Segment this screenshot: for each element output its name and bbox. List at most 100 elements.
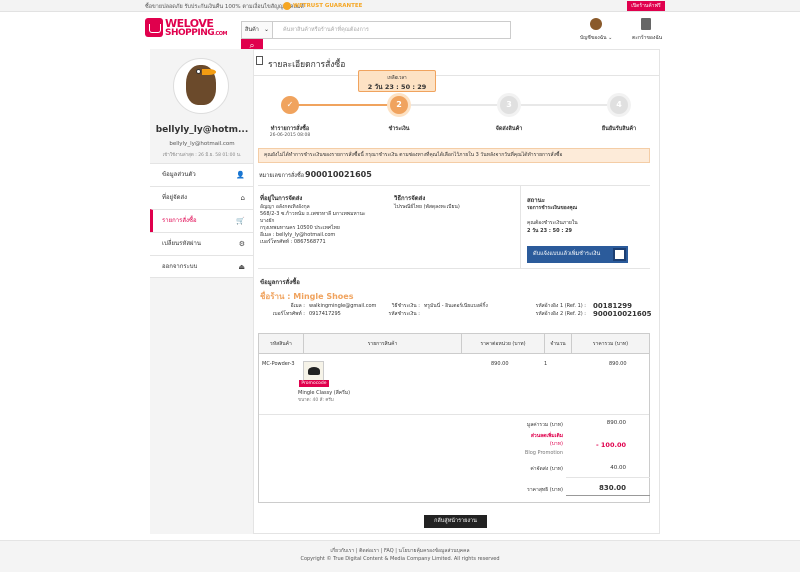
status-badge: รอการชำระเงินของคุณ — [527, 205, 578, 211]
footer-links[interactable]: เกี่ยวกับเรา | ติดต่อเรา | FAQ | นโยบายค… — [0, 547, 800, 555]
wetrust-label[interactable]: WETRUST GUARANTEE — [293, 3, 362, 9]
progress-line-done — [289, 104, 399, 106]
payment-alert: คุณยังไม่ได้ทำการชำระเงินของรายการสั่งซื… — [258, 148, 650, 163]
shipping-address: อัญญา อลังกตเทิงอังกุล 568/2-3 ซ.ก้าวหน้… — [260, 204, 366, 246]
shipping-heading: ที่อยู่ในการจัดส่ง — [260, 195, 303, 202]
divider — [520, 186, 521, 268]
step-1-label: ทำรายการสั่งซื้อ — [270, 126, 310, 132]
timer-value: 2 วัน 23 : 50 : 29 — [367, 83, 427, 91]
cart-label[interactable]: ตะกร้าของฉัน — [632, 34, 662, 42]
sidebar-item-label: ออกจากระบบ — [162, 263, 198, 270]
method-heading: วิธีการจัดส่ง — [394, 195, 426, 202]
shopping-bag-icon[interactable] — [641, 18, 651, 30]
order-number-label: หมายเลขการสั่งซื้อ — [259, 173, 305, 179]
top-message: ซื้อขายปลอดภัย รับประกันเงินคืน 100% ตาม… — [145, 4, 304, 10]
method-value: ไปรษณีย์ไทย (พัสดุลงทะเบียน) — [394, 204, 460, 210]
account-menu[interactable]: บัญชีของฉัน ⌄ — [580, 34, 612, 42]
avatar-eye — [196, 69, 201, 74]
divider — [258, 185, 650, 186]
divider — [253, 75, 660, 76]
countdown-timer: เหลือเวลา 2 วัน 23 : 50 : 29 — [358, 70, 436, 92]
shipping-fee-label: ค่าจัดส่ง (บาท) — [530, 466, 563, 472]
payment-code-label: รหัสชำระเงิน : — [388, 311, 420, 317]
product-name[interactable]: Mingle Classy (สีครีม) — [298, 390, 350, 397]
shop-name[interactable]: ชื่อร้าน : Mingle Shoes — [260, 290, 353, 303]
document-icon — [256, 56, 263, 65]
search-input[interactable]: ค้นหาสินค้าหรือร้านค้าที่คุณต้องการ — [273, 21, 511, 39]
step-2-label: ชำระเงิน — [388, 126, 410, 132]
step-1-date: 26-06-2015 08:08 — [269, 133, 311, 138]
cart-icon: 🛒 — [236, 217, 245, 225]
step-3-marker: 3 — [500, 96, 518, 114]
ref2-value: 900010021605 — [593, 310, 652, 318]
sidebar-item-address[interactable]: ที่อยู่จัดส่ง ⌂ — [150, 186, 253, 209]
row-sku: MC-Powder-3 — [262, 361, 295, 367]
table-header-item: รายการสินค้า — [304, 334, 462, 354]
address-line: กรุงเทพมหานคร 10500 ประเทศไทย — [260, 225, 340, 231]
wetrust-shield-icon — [283, 2, 291, 10]
table-header-sku: รหัสสินค้า — [259, 334, 304, 354]
logo-line2-text: SHOPPING — [165, 28, 215, 38]
logout-icon: ⏏ — [238, 263, 245, 271]
seller-email: walkingmingle@gmail.com — [309, 303, 377, 309]
status-heading: สถานะ — [527, 197, 545, 204]
order-info-heading: ข้อมูลการสั่งซื้อ — [260, 279, 300, 286]
ref1-label: รหัสอ้างอิง 1 (Ref. 1) : — [535, 303, 586, 309]
shipping-fee-value: 40.00 — [610, 465, 626, 471]
address-line: บางยัก — [260, 218, 275, 224]
user-email: bellyly_ly@hotmail.com — [169, 141, 235, 147]
seller-email-label: อีเมล : — [290, 303, 305, 309]
status-countdown: 2 วัน 23 : 50 : 29 — [527, 228, 573, 234]
product-size: ขนาด: 40 สี: ครีม — [298, 398, 334, 403]
logo-bag-icon[interactable] — [145, 18, 163, 37]
table-header-qty: จำนวน — [545, 334, 572, 354]
account-label: บัญชีของฉัน — [580, 35, 607, 41]
order-number: 900010021605 — [305, 170, 372, 179]
avatar-beak — [202, 69, 216, 75]
search-category-label: สินค้า — [245, 27, 259, 33]
row-qty: 1 — [544, 361, 548, 367]
subtotal-label: มูลค่ารวม (บาท) — [526, 422, 563, 428]
payment-button-label: ดับแจ้งแบบแล้วเพิ่มชำระเงิน — [533, 251, 601, 257]
last-login: เข้าใช้งานล่าสุด : 26 มิ.ย. 58 01:00 น. — [162, 153, 242, 158]
row-total: 890.00 — [609, 361, 627, 367]
payment-notify-button[interactable]: ดับแจ้งแบบแล้วเพิ่มชำระเงิน — [527, 246, 628, 263]
sidebar-item-profile[interactable]: ข้อมูลส่วนตัว 👤 — [150, 163, 253, 186]
address-line: อีเมล : bellyly_ly@hotmail.com — [260, 232, 336, 238]
home-icon: ⌂ — [240, 194, 245, 202]
divider — [566, 495, 650, 496]
address-line: 568/2-3 ซ.ก้าวหน้ม ถ.เพชรหาลี มกาเทพมหาน… — [260, 211, 366, 217]
sidebar-item-label: รายการสั่งซื้อ — [162, 217, 197, 224]
sidebar-item-logout[interactable]: ออกจากระบบ ⏏ — [150, 255, 253, 278]
search-category-select[interactable]: สินค้า ⌄ — [241, 21, 273, 39]
sidebar-item-label: ข้อมูลส่วนตัว — [162, 171, 196, 178]
discount-unit: (บาท) — [549, 441, 563, 447]
back-to-report-button[interactable]: กลับสู่หน้ารายงาน — [424, 515, 487, 528]
divider — [259, 414, 649, 415]
logo-line2[interactable]: SHOPPING.COM — [165, 28, 227, 38]
divider — [566, 477, 650, 478]
account-avatar-icon[interactable] — [590, 18, 602, 30]
product-thumbnail[interactable] — [303, 361, 324, 382]
subtotal-value: 890.00 — [606, 420, 626, 426]
promocode-badge: Promocode — [299, 380, 329, 387]
footer-copyright: Copyright © True Digital Content & Media… — [300, 556, 500, 562]
sidebar-item-label: เปลี่ยนรหัสผ่าน — [162, 240, 201, 247]
user-icon: 👤 — [236, 171, 245, 179]
table-header-unit-price: ราคาต่อหน่วย (บาท) — [462, 334, 545, 354]
discount-label: ส่วนลดเพิ่มเติม — [530, 433, 563, 439]
address-line: อัญญา อลังกตเทิงอังกุล — [260, 204, 310, 210]
top-bar: ซื้อขายปลอดภัย รับประกันเงินคืน 100% ตาม… — [0, 0, 800, 12]
timer-label: เหลือเวลา — [387, 76, 407, 81]
logo-suffix: .COM — [214, 31, 227, 37]
net-total-value: 830.00 — [598, 484, 626, 492]
sidebar-item-password[interactable]: เปลี่ยนรหัสผ่าน ⚙ — [150, 232, 253, 255]
sidebar-item-orders[interactable]: รายการสั่งซื้อ 🛒 — [150, 209, 253, 232]
shoe-image — [308, 367, 320, 375]
open-shop-button[interactable]: เปิดร้านค้าฟรี — [627, 1, 665, 11]
sidebar-menu: ข้อมูลส่วนตัว 👤 ที่อยู่จัดส่ง ⌂ รายการสั่ง… — [150, 163, 253, 278]
row-unit-price: 890.00 — [491, 361, 509, 367]
chevron-down-icon: ⌄ — [608, 35, 613, 41]
payment-method: ทรูมันนี่ - อินเตอร์เนียแบงค์กิ้ง — [424, 303, 488, 309]
avatar — [173, 58, 229, 114]
